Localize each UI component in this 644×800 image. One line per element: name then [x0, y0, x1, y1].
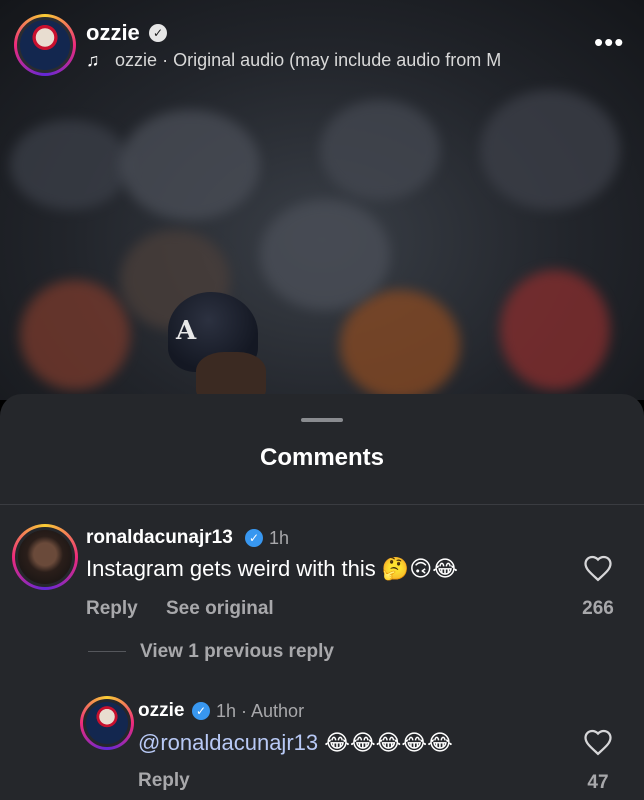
like-count: 47 — [587, 772, 609, 793]
audio-note: (may include audio from M — [289, 50, 502, 70]
see-original-button[interactable]: See original — [166, 598, 274, 620]
comment-time: 1h — [269, 528, 290, 548]
reel-header: ozzie ✓ ♫ ozzie · Original audio (may in… — [0, 0, 644, 100]
comments-title: Comments — [259, 444, 385, 471]
divider — [0, 504, 644, 505]
music-note-icon: ♫ — [86, 50, 100, 70]
comment-body: Instagram gets weird with this — [86, 556, 376, 581]
audio-title: Original audio — [173, 50, 285, 70]
author-avatar-image — [17, 17, 73, 73]
verified-badge-icon: ✓ — [149, 24, 167, 42]
comment-username[interactable]: ronaldacunajr13 — [86, 527, 233, 549]
commenter-avatar[interactable] — [12, 524, 78, 590]
crowd-background — [340, 290, 460, 400]
like-count: 266 — [582, 598, 614, 619]
audio-separator: · — [162, 50, 169, 70]
crowd-background — [120, 110, 260, 220]
reply-text: @ronaldacunajr13 😂😂😂😂😂 — [138, 730, 453, 756]
reply-avatar[interactable] — [80, 696, 134, 750]
helmet-logo: A — [176, 316, 197, 346]
verified-badge-icon: ✓ — [245, 529, 263, 547]
comment-text: Instagram gets weird with this 🤔🙃😂 — [86, 556, 458, 582]
author-avatar[interactable] — [14, 14, 76, 76]
crowd-background — [320, 100, 440, 200]
reel-video[interactable]: A ozzie ✓ ♫ ozzie · Original audio (may … — [0, 0, 644, 400]
reply-meta: 1h · Author — [216, 701, 305, 721]
crowd-background — [500, 270, 610, 390]
author-username[interactable]: ozzie — [86, 20, 140, 46]
reply-avatar-image — [83, 699, 131, 747]
reply-emojis: 😂😂😂😂😂 — [324, 730, 453, 755]
crowd-background — [20, 280, 130, 390]
reply-mention[interactable]: @ronaldacunajr13 — [138, 730, 318, 755]
commenter-avatar-image — [15, 527, 75, 587]
reply-username[interactable]: ozzie — [138, 700, 184, 722]
crowd-background — [10, 120, 130, 210]
audio-author: ozzie — [115, 50, 158, 70]
view-replies-button[interactable]: View 1 previous reply — [140, 641, 334, 663]
comments-sheet: Comments ronaldacunajr13 ✓ 1h Instagram … — [0, 394, 644, 800]
crowd-background — [260, 200, 390, 310]
heart-icon[interactable] — [583, 728, 613, 756]
reply-button[interactable]: Reply — [138, 770, 190, 792]
heart-icon[interactable] — [583, 554, 613, 582]
more-options-icon[interactable]: ••• — [594, 29, 624, 55]
verified-badge-icon: ✓ — [192, 702, 210, 720]
audio-info[interactable]: ♫ ozzie · Original audio (may include au… — [86, 50, 566, 74]
comment-emojis: 🤔🙃😂 — [381, 556, 458, 581]
replies-line — [88, 651, 126, 652]
sheet-grabber[interactable] — [301, 418, 343, 422]
reply-button[interactable]: Reply — [86, 598, 138, 620]
crowd-background — [480, 90, 620, 210]
player-face — [196, 352, 266, 400]
